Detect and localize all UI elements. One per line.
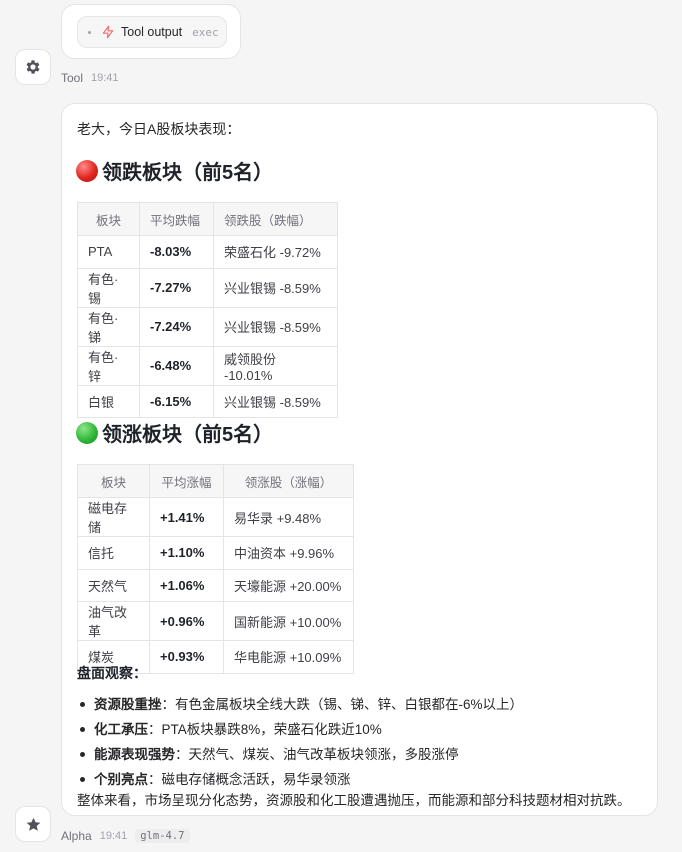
losers-heading-text: 领跌板块（前5名） <box>102 162 274 184</box>
losers-table: 板块 平均跌幅 领跌股（跌幅） PTA -8.03% 荣盛石化 -9.72% 有… <box>77 202 338 418</box>
table-header: 平均跌幅 <box>139 202 214 236</box>
leader-cell: 兴业银锡 -8.59% <box>213 384 338 418</box>
leader-cell: 兴业银锡 -8.59% <box>213 306 338 347</box>
table-row: 天然气 +1.06% 天壕能源 +20.00% <box>77 568 354 602</box>
sector-cell: PTA <box>77 235 140 269</box>
assistant-message: 老大，今日A股板块表现： 领跌板块（前5名） 板块 平均跌幅 领跌股（跌幅） P… <box>61 103 658 816</box>
table-row: 信托 +1.10% 中油资本 +9.96% <box>77 536 354 570</box>
list-item: 化工承压：PTA板块暴跌8%，荣盛石化跌近10% <box>78 717 523 742</box>
sector-cell: 有色·锑 <box>77 306 140 347</box>
change-cell: +1.06% <box>149 568 224 602</box>
change-cell: +0.96% <box>149 601 224 641</box>
change-cell: +1.41% <box>149 497 224 537</box>
change-cell: -7.27% <box>139 267 214 308</box>
observation-title: 盘面观察： <box>77 665 147 681</box>
change-cell: -8.03% <box>139 235 214 269</box>
green-circle-icon <box>76 421 98 444</box>
gainers-table: 板块 平均涨幅 领涨股（涨幅） 磁电存储 +1.41% 易华录 +9.48% 信… <box>77 464 354 674</box>
observation-list: 资源股重挫：有色金属板块全线大跌（锡、锑、锌、白银都在-6%以上） 化工承压：P… <box>78 692 523 792</box>
leader-cell: 国新能源 +10.00% <box>223 601 354 641</box>
greeting-text: 老大，今日A股板块表现： <box>77 121 241 137</box>
table-row: 白银 -6.15% 兴业银锡 -8.59% <box>77 384 338 418</box>
table-row: 有色·锡 -7.27% 兴业银锡 -8.59% <box>77 267 338 308</box>
sector-cell: 白银 <box>77 384 140 418</box>
bullet-icon <box>80 776 85 782</box>
expand-dot-icon <box>88 30 91 34</box>
table-header: 领涨股（涨幅） <box>223 464 354 498</box>
table-row: 有色·锌 -6.48% 威领股份 -10.01% <box>77 345 338 386</box>
table-header-row: 板块 平均跌幅 领跌股（跌幅） <box>77 202 338 236</box>
change-cell: +1.10% <box>149 536 224 570</box>
lightning-icon <box>102 25 114 39</box>
sector-cell: 信托 <box>77 536 150 570</box>
gainers-heading-text: 领涨板块（前5名） <box>102 424 274 446</box>
table-header: 板块 <box>77 464 150 498</box>
table-row: 磁电存储 +1.41% 易华录 +9.48% <box>77 497 354 537</box>
tool-avatar <box>15 49 51 85</box>
leader-cell: 荣盛石化 -9.72% <box>213 235 338 269</box>
leader-cell: 威领股份 -10.01% <box>213 345 338 386</box>
tool-output-title: Tool output <box>121 25 183 39</box>
sector-cell: 有色·锡 <box>77 267 140 308</box>
observation-text: ：PTA板块暴跌8%，荣盛石化跌近10% <box>148 722 382 737</box>
tool-output-toggle[interactable]: Tool output exec <box>77 16 227 48</box>
red-circle-icon <box>76 159 98 182</box>
observation-label: 能源表现强势 <box>94 747 175 762</box>
leader-cell: 中油资本 +9.96% <box>223 536 354 570</box>
bullet-icon <box>80 726 85 732</box>
alpha-author: Alpha <box>61 829 92 843</box>
observation-text: ：天然气、煤炭、油气改革板块领涨，多股涨停 <box>175 747 459 762</box>
bullet-icon <box>80 751 85 757</box>
alpha-meta: Alpha 19:41 glm-4.7 <box>61 829 190 843</box>
tool-author: Tool <box>61 71 84 85</box>
table-header: 板块 <box>77 202 140 236</box>
list-item: 资源股重挫：有色金属板块全线大跌（锡、锑、锌、白银都在-6%以上） <box>78 692 523 717</box>
change-cell: -6.15% <box>139 384 214 418</box>
change-cell: -7.24% <box>139 306 214 347</box>
leader-cell: 华电能源 +10.09% <box>223 640 354 674</box>
tool-output-card: Tool output exec <box>61 4 241 59</box>
tool-time: 19:41 <box>91 72 119 84</box>
observation-label: 化工承压 <box>94 722 148 737</box>
leader-cell: 兴业银锡 -8.59% <box>213 267 338 308</box>
table-header: 领跌股（跌幅） <box>213 202 338 236</box>
gainers-heading: 领涨板块（前5名） <box>76 418 273 447</box>
star-icon <box>26 817 40 831</box>
sector-cell: 有色·锌 <box>77 345 140 386</box>
observation-label: 资源股重挫 <box>94 697 162 712</box>
observation-text: ：有色金属板块全线大跌（锡、锑、锌、白银都在-6%以上） <box>161 697 524 712</box>
table-header-row: 板块 平均涨幅 领涨股（涨幅） <box>77 464 354 498</box>
losers-heading: 领跌板块（前5名） <box>76 156 273 185</box>
leader-cell: 天壕能源 +20.00% <box>223 568 354 602</box>
sector-cell: 油气改革 <box>77 601 150 641</box>
leader-cell: 易华录 +9.48% <box>223 497 354 537</box>
summary-text: 整体来看，市场呈现分化态势，资源股和化工股遭遇抛压，而能源和部分科技题材相对抗跌… <box>77 793 631 808</box>
change-cell: -6.48% <box>139 345 214 386</box>
table-row: 油气改革 +0.96% 国新能源 +10.00% <box>77 601 354 641</box>
table-row: 有色·锑 -7.24% 兴业银锡 -8.59% <box>77 306 338 347</box>
change-cell: +0.93% <box>149 640 224 674</box>
sector-cell: 磁电存储 <box>77 497 150 537</box>
tool-meta: Tool 19:41 <box>61 71 119 85</box>
alpha-avatar <box>15 806 51 842</box>
bullet-icon <box>80 701 85 707</box>
table-header: 平均涨幅 <box>149 464 224 498</box>
table-row: PTA -8.03% 荣盛石化 -9.72% <box>77 235 338 269</box>
alpha-time: 19:41 <box>99 830 128 842</box>
gear-icon <box>26 60 40 74</box>
sector-cell: 天然气 <box>77 568 150 602</box>
observation-text: ：磁电存储概念活跃，易华录领涨 <box>148 772 351 787</box>
tool-output-tag: exec <box>192 25 219 39</box>
model-badge: glm-4.7 <box>135 829 190 843</box>
observation-label: 个别亮点 <box>94 772 148 787</box>
list-item: 能源表现强势：天然气、煤炭、油气改革板块领涨，多股涨停 <box>78 742 523 767</box>
